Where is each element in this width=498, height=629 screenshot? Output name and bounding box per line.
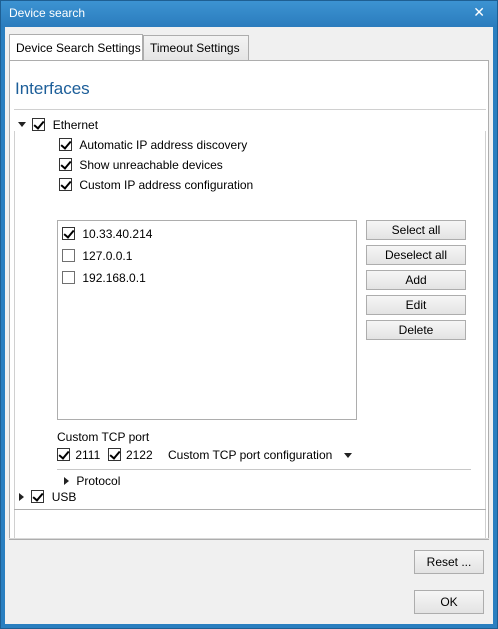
option-automatic-ip[interactable]: Automatic IP address discovery [59, 137, 247, 152]
tcp-port-config-dropdown[interactable]: Custom TCP port configuration [168, 448, 352, 462]
ethernet-checkbox[interactable] [32, 118, 46, 132]
window-client-area: Device Search Settings Timeout Settings … [5, 27, 493, 624]
ok-button[interactable]: OK [414, 590, 484, 614]
list-item[interactable]: 10.33.40.214 [62, 226, 152, 241]
edit-button[interactable]: Edit [366, 295, 466, 315]
ip-checkbox[interactable] [62, 227, 75, 241]
custom-ip-checkbox[interactable] [59, 178, 72, 192]
tab-device-search-settings[interactable]: Device Search Settings [9, 34, 143, 61]
interfaces-heading: Interfaces [15, 79, 90, 98]
ip-address: 192.168.0.1 [82, 270, 146, 285]
ip-address: 10.33.40.214 [82, 226, 153, 241]
reset-button[interactable]: Reset ... [414, 550, 484, 574]
ethernet-label: Ethernet [52, 117, 99, 132]
list-item[interactable]: 127.0.0.1 [62, 248, 132, 263]
dropdown-arrow-icon[interactable] [343, 453, 352, 459]
device-search-window: Device search ✕ Device Search Settings T… [0, 0, 498, 629]
ethernet-node: Ethernet [18, 117, 98, 132]
tab-label: Timeout Settings [150, 41, 240, 55]
tcp-port-checkbox[interactable] [107, 448, 121, 462]
tcp-port-checkbox[interactable] [57, 448, 70, 462]
option-label: Automatic IP address discovery [79, 137, 248, 152]
option-label: Show unreachable devices [79, 157, 223, 172]
deselect-all-button[interactable]: Deselect all [366, 245, 466, 265]
tcp-port-value: 2111 [75, 447, 101, 462]
tcp-config-label: Custom TCP port configuration [168, 447, 333, 462]
automatic-ip-checkbox[interactable] [59, 138, 72, 152]
tcp-port-row: 2111 2122 Custom TCP port configuration [57, 447, 352, 462]
option-show-unreachable[interactable]: Show unreachable devices [59, 157, 223, 172]
expand-right-icon[interactable] [19, 492, 24, 501]
ip-checkbox[interactable] [62, 271, 75, 285]
protocol-node[interactable]: Protocol [64, 473, 120, 488]
protocol-label: Protocol [76, 473, 121, 488]
ip-address-list[interactable]: 10.33.40.214 127.0.0.1 192.168.0.1 [57, 220, 357, 420]
tab-label: Device Search Settings [16, 41, 141, 55]
ip-checkbox[interactable] [62, 249, 75, 263]
tab-timeout-settings[interactable]: Timeout Settings [143, 35, 249, 60]
option-custom-ip[interactable]: Custom IP address configuration [59, 177, 253, 192]
show-unreachable-checkbox[interactable] [59, 158, 72, 172]
tcp-port-value: 2122 [125, 447, 153, 462]
heading-divider [14, 109, 486, 110]
expand-down-icon[interactable] [18, 122, 26, 128]
add-button[interactable]: Add [366, 270, 466, 290]
device-search-settings-panel: Interfaces Ethernet Automatic IP address… [9, 60, 489, 540]
custom-tcp-port-label: Custom TCP port [57, 430, 150, 444]
select-all-button[interactable]: Select all [366, 220, 466, 240]
usb-node: USB [19, 489, 76, 504]
usb-checkbox[interactable] [31, 490, 45, 504]
usb-label: USB [51, 489, 77, 504]
close-icon[interactable]: ✕ [473, 4, 485, 21]
ip-address: 127.0.0.1 [82, 248, 133, 263]
delete-button[interactable]: Delete [366, 320, 466, 340]
ethernet-group-bottom-border [14, 509, 486, 510]
window-title: Device search [9, 6, 86, 20]
expand-right-icon[interactable] [64, 476, 69, 485]
option-label: Custom IP address configuration [79, 177, 254, 192]
footer-divider [9, 538, 489, 539]
title-bar: Device search ✕ [1, 1, 497, 27]
tcp-divider [57, 469, 471, 470]
list-item[interactable]: 192.168.0.1 [62, 270, 146, 285]
